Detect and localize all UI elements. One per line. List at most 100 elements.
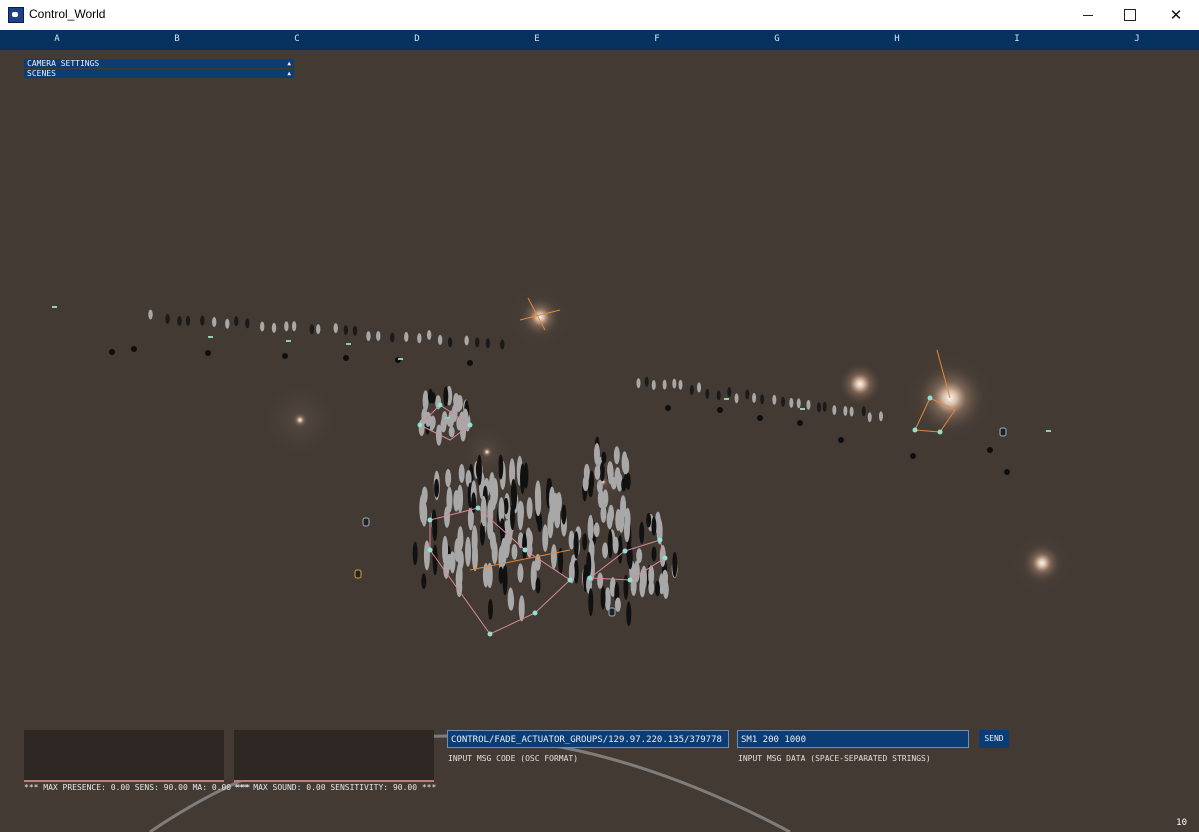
actuator-mark	[772, 394, 777, 405]
actuator-mark	[600, 586, 606, 610]
node-marker	[427, 517, 433, 523]
scene-canvas	[52, 283, 1076, 832]
actuator-mark	[500, 537, 507, 567]
actuator-mark	[419, 493, 426, 523]
actuator-mark	[626, 601, 632, 627]
actuator-mark	[672, 378, 677, 389]
actuator-mark	[535, 577, 541, 594]
actuator-mark	[651, 546, 657, 562]
sensor-marker	[52, 306, 57, 308]
actuator-mark	[697, 382, 702, 393]
actuator-mark	[554, 510, 561, 529]
actuator-mark	[752, 392, 757, 403]
actuator-mark	[485, 338, 491, 349]
actuator-mark	[472, 541, 479, 572]
actuator-mark	[757, 415, 763, 421]
actuator-mark	[624, 507, 631, 531]
actuator-mark	[582, 533, 588, 551]
glow-orb	[506, 283, 574, 351]
node-marker	[657, 537, 663, 543]
actuator-mark	[586, 551, 592, 577]
device-marker	[362, 517, 370, 527]
node-marker	[927, 395, 933, 401]
actuator-mark	[432, 516, 438, 542]
actuator-mark	[510, 504, 516, 531]
actuator-mark	[212, 317, 217, 328]
actuator-mark	[665, 405, 671, 411]
actuator-mark	[639, 521, 645, 544]
node-marker	[937, 429, 943, 435]
actuator-mark	[517, 563, 524, 583]
actuator-mark	[561, 504, 567, 525]
minimize-button[interactable]	[1065, 0, 1111, 30]
close-button[interactable]: ✕	[1153, 0, 1199, 30]
sensor-marker	[398, 358, 403, 360]
glow-orb	[838, 362, 882, 406]
3d-viewport[interactable]: A B C D E F G H I J CAMERA SETTINGS ▲ SCENES ▲ **…	[0, 30, 1199, 832]
send-button[interactable]: SEND	[979, 730, 1009, 748]
column-label-a: A	[54, 34, 60, 44]
actuator-mark	[498, 566, 504, 584]
actuator-mark	[587, 514, 594, 542]
actuator-mark	[376, 331, 381, 342]
fps-counter: 10	[1176, 818, 1187, 828]
sound-meter	[234, 730, 434, 782]
actuator-mark	[601, 451, 607, 464]
device-marker	[354, 569, 362, 579]
actuator-mark	[789, 397, 794, 408]
actuator-mark	[760, 394, 765, 405]
actuator-mark	[796, 398, 801, 409]
sensor-marker	[800, 408, 805, 410]
actuator-mark	[260, 321, 265, 332]
actuator-mark	[614, 597, 621, 612]
actuator-mark	[549, 486, 556, 513]
actuator-mark	[309, 324, 315, 335]
actuator-mark	[434, 478, 440, 498]
camera-settings-menu[interactable]: CAMERA SETTINGS ▲	[24, 59, 294, 68]
device-marker	[999, 427, 1007, 437]
actuator-mark	[878, 411, 883, 422]
actuator-mark	[604, 587, 611, 611]
actuator-mark	[734, 393, 739, 404]
actuator-mark	[443, 506, 450, 528]
node-marker	[587, 575, 593, 581]
actuator-mark	[573, 531, 579, 559]
actuator-mark	[654, 580, 660, 597]
actuator-mark	[412, 541, 418, 566]
actuator-mark	[491, 540, 498, 565]
actuator-mark	[612, 536, 619, 554]
actuator-mark	[593, 443, 600, 466]
msg-data-input[interactable]: SM1 200 1000	[737, 730, 969, 748]
device-marker	[608, 607, 616, 617]
actuator-mark	[443, 386, 449, 407]
actuator-mark	[271, 322, 277, 333]
actuator-mark	[636, 378, 641, 389]
actuator-mark	[417, 333, 422, 344]
actuator-mark	[910, 453, 916, 459]
actuator-mark	[625, 472, 631, 490]
actuator-mark	[613, 446, 620, 465]
actuator-mark	[343, 325, 349, 336]
actuator-mark	[606, 510, 613, 530]
actuator-mark	[843, 405, 848, 416]
actuator-mark	[648, 580, 655, 595]
actuator-mark	[456, 562, 463, 588]
msg-code-input[interactable]: CONTROL/FADE_ACTUATOR_GROUPS/129.97.220.…	[447, 730, 729, 748]
actuator-mark	[421, 573, 427, 590]
actuator-mark	[644, 376, 649, 387]
actuator-mark	[445, 468, 452, 488]
actuator-mark	[426, 329, 432, 340]
actuator-mark	[467, 360, 473, 366]
sound-readout: *** MAX SOUND: 0.00 SENSITIVITY: 90.00 *…	[234, 783, 437, 792]
maximize-button[interactable]	[1107, 0, 1153, 30]
actuator-mark	[511, 544, 518, 560]
actuator-mark	[593, 522, 600, 538]
node-marker	[467, 422, 473, 428]
actuator-field	[52, 306, 1051, 627]
actuator-mark	[390, 332, 395, 343]
camera-settings-label: CAMERA SETTINGS	[27, 59, 100, 68]
scenes-menu[interactable]: SCENES ▲	[24, 69, 294, 78]
actuator-mark	[442, 535, 449, 566]
glow-orb	[1008, 529, 1076, 597]
sensor-marker	[346, 343, 351, 345]
